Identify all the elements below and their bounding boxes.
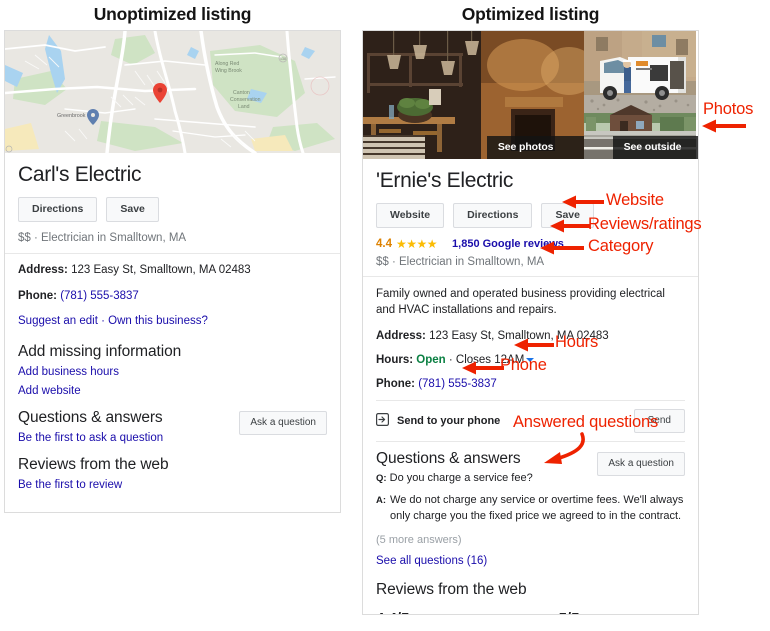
questions-answers-section: Ask a question Questions & answers Q: Do… (363, 442, 698, 614)
annotation-reviews-ratings: Reviews/ratings (588, 215, 702, 233)
hours-status: Open (416, 354, 446, 367)
arrow-answered-questions-icon (544, 432, 585, 464)
add-website-link[interactable]: Add website (18, 385, 327, 397)
angies-list-score: 5/5 (559, 610, 580, 614)
ask-a-question-button[interactable]: Ask a question (597, 452, 685, 477)
annotation-answered-questions: Answered questions (513, 413, 658, 431)
business-name: 'Ernie's Electric (376, 169, 514, 192)
add-missing-info-heading: Add missing information (18, 343, 182, 361)
phone-value[interactable]: (781) 555-3837 (60, 290, 139, 302)
web-reviews-section: Reviews from the web Be the first to rev… (18, 456, 327, 491)
facebook-score: 4.4/5 (376, 610, 409, 614)
category-line: $$ · Electrician in Smalltown, MA (18, 231, 187, 244)
phone-value[interactable]: (781) 555-3837 (418, 378, 497, 390)
answer-tag: A: (376, 495, 387, 506)
send-to-phone-label: Send to your phone (397, 415, 501, 428)
annotation-website: Website (606, 191, 664, 209)
star-rating-icon: ★★★★★★ (396, 236, 438, 251)
arrow-phone-icon (462, 361, 504, 375)
hours-label: Hours: (376, 354, 414, 367)
category-line: $$ · Electrician in Smalltown, MA (376, 255, 545, 268)
send-to-phone-icon (376, 413, 390, 429)
arrow-hours-icon (514, 338, 554, 352)
add-business-hours-link[interactable]: Add business hours (18, 366, 327, 378)
address-value: 123 Easy St, Smalltown, MA 02483 (71, 263, 251, 276)
street-view-photo[interactable]: See outside (584, 31, 698, 159)
see-photos-label[interactable]: See photos (486, 136, 585, 159)
ask-a-question-button[interactable]: Ask a question (239, 411, 327, 436)
phone-label: Phone: (376, 378, 415, 391)
map-pin-icon (153, 83, 167, 103)
svg-text:Greenbrook: Greenbrook (57, 113, 86, 119)
photo-strip: See photos See outside (363, 31, 698, 159)
questions-answers-section: Ask a question Questions & answers Be th… (18, 409, 327, 444)
annotation-photos: Photos (703, 100, 754, 118)
suggest-edit-links[interactable]: Suggest an edit · Own this business? (18, 315, 208, 327)
arrow-reviews-ratings-icon (550, 219, 590, 233)
business-info-block: Address: 123 Easy St, Smalltown, MA 0248… (5, 254, 340, 503)
save-button[interactable]: Save (106, 197, 159, 222)
phone-row: Phone: (781) 555-3837 (376, 377, 685, 392)
interior-photo[interactable]: See photos (363, 31, 585, 159)
website-button[interactable]: Website (376, 203, 445, 228)
more-answers-label: (5 more answers) (376, 533, 462, 546)
svg-text:Wing Brook: Wing Brook (215, 68, 242, 74)
answer-row: A: We do not charge any service or overt… (376, 493, 685, 525)
annotation-hours: Hours (555, 333, 599, 351)
svg-text:138: 138 (280, 57, 286, 61)
map-thumbnail[interactable]: Along Red Wing Brook Canton Conservation… (5, 31, 340, 153)
svg-text:Conservation: Conservation (230, 97, 261, 103)
unoptimized-listing-card: Along Red Wing Brook Canton Conservation… (4, 30, 341, 513)
svg-text:Canton: Canton (233, 90, 250, 96)
business-name: Carl's Electric (18, 163, 142, 186)
phone-label: Phone: (18, 289, 57, 302)
svg-text:Land: Land (238, 104, 250, 110)
web-reviews-row: 4.4/5 Facebook · 1,289 votes 5/5 Angie's… (376, 606, 685, 614)
annotation-phone: Phone (500, 356, 547, 374)
annotation-category: Category (588, 237, 654, 255)
reviews-heading: Reviews from the web (18, 456, 169, 474)
arrow-category-icon (540, 241, 584, 255)
reviews-heading: Reviews from the web (376, 580, 527, 598)
be-first-to-review-link[interactable]: Be the first to review (18, 479, 327, 491)
address-label: Address: (18, 263, 68, 276)
svg-text:Along Red: Along Red (215, 61, 239, 67)
action-button-row: Directions Save (18, 197, 327, 222)
left-panel-title: Unoptimized listing (93, 4, 252, 24)
arrow-website-icon (562, 195, 604, 209)
rating-value: 4.4 (376, 237, 392, 250)
question-text: Do you charge a service fee? (389, 472, 533, 485)
directions-button[interactable]: Directions (453, 203, 533, 228)
arrow-photos-icon (702, 119, 746, 133)
see-all-questions-link[interactable]: See all questions (16) (376, 555, 685, 567)
address-row: Address: 123 Easy St, Smalltown, MA 0248… (18, 263, 327, 278)
right-panel-title: Optimized listing (461, 4, 600, 24)
see-outside-label[interactable]: See outside (612, 136, 698, 159)
address-label: Address: (376, 330, 426, 343)
question-tag: Q: (376, 473, 387, 485)
phone-row: Phone: (781) 555-3837 (18, 289, 327, 304)
map-graphic: Along Red Wing Brook Canton Conservation… (5, 31, 340, 153)
answer-text: We do not charge any service or overtime… (390, 494, 684, 522)
optimized-listing-card: See photos See outside 'Ernie's Electric… (362, 30, 699, 615)
business-description: Family owned and operated business provi… (376, 287, 665, 316)
directions-button[interactable]: Directions (18, 197, 98, 222)
business-header: Carl's Electric Directions Save $$ · Ele… (5, 153, 340, 253)
